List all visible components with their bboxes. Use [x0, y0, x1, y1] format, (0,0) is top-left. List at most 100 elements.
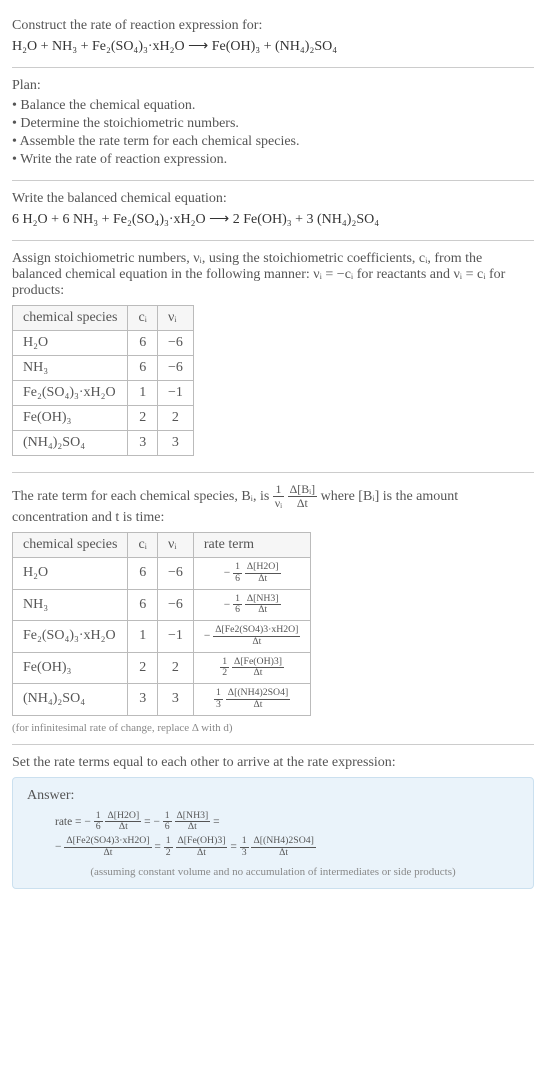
- coef-frac: 13: [214, 688, 223, 710]
- frac-num: Δ[Bᵢ]: [288, 483, 317, 497]
- rateterm-note: (for infinitesimal rate of change, repla…: [12, 722, 534, 734]
- section-final: Set the rate terms equal to each other t…: [12, 744, 534, 900]
- col-species: chemical species: [13, 533, 128, 558]
- section-plan: Plan: • Balance the chemical equation. •…: [12, 67, 534, 180]
- page: Construct the rate of reaction expressio…: [0, 0, 546, 907]
- delta-frac: Δ[Fe2(SO4)3·xH2O]Δt: [64, 836, 151, 858]
- table-row: (NH₄)₂SO₄33: [13, 431, 194, 456]
- cell-rate: − Δ[Fe2(SO4)3·xH2O]Δt: [193, 621, 311, 652]
- table-row: Fe₂(SO₄)₃·xH₂O 1 −1 − Δ[Fe2(SO4)3·xH2O]Δ…: [13, 621, 311, 652]
- delta-frac: Δ[NH3]Δt: [175, 811, 211, 833]
- col-v: νᵢ: [157, 533, 193, 558]
- cell-rate: 13 Δ[(NH4)2SO4]Δt: [193, 684, 311, 715]
- cell-rate: 12 Δ[Fe(OH)3]Δt: [193, 652, 311, 683]
- cell-v: 3: [157, 431, 193, 456]
- table-header-row: chemical species cᵢ νᵢ rate term: [13, 533, 311, 558]
- cell-c: 1: [128, 621, 158, 652]
- coef-frac: 12: [164, 836, 173, 858]
- table-row: (NH₄)₂SO₄ 3 3 13 Δ[(NH4)2SO4]Δt: [13, 684, 311, 715]
- cell-c: 6: [128, 589, 158, 620]
- table-row: Fe(OH)₃ 2 2 12 Δ[Fe(OH)3]Δt: [13, 652, 311, 683]
- table-row: Fe(OH)₃22: [13, 406, 194, 431]
- cell-c: 3: [128, 684, 158, 715]
- rate-prefix: rate =: [55, 816, 84, 828]
- cell-species: NH₃: [13, 589, 128, 620]
- stoich-intro: Assign stoichiometric numbers, νᵢ, using…: [12, 251, 534, 299]
- rateterm-intro: The rate term for each chemical species,…: [12, 483, 534, 526]
- col-v: νᵢ: [157, 306, 193, 331]
- cell-v: −6: [157, 331, 193, 356]
- col-c: cᵢ: [128, 306, 158, 331]
- cell-species: (NH₄)₂SO₄: [13, 684, 128, 715]
- section-construct: Construct the rate of reaction expressio…: [12, 8, 534, 67]
- table-row: Fe₂(SO₄)₃·xH₂O1−1: [13, 381, 194, 406]
- cell-v: −1: [157, 381, 193, 406]
- balanced-title: Write the balanced chemical equation:: [12, 191, 534, 207]
- section-balanced: Write the balanced chemical equation: 6 …: [12, 180, 534, 240]
- rateterm-table: chemical species cᵢ νᵢ rate term H₂O 6 −…: [12, 532, 311, 715]
- frac-den: νᵢ: [273, 497, 284, 510]
- table-row: H₂O6−6: [13, 331, 194, 356]
- eq: =: [154, 841, 163, 853]
- rate-expression: rate = − 16 Δ[H2O]Δt = − 16 Δ[NH3]Δt = −…: [27, 810, 519, 861]
- cell-c: 2: [128, 652, 158, 683]
- cell-v: −6: [157, 589, 193, 620]
- section-stoich: Assign stoichiometric numbers, νᵢ, using…: [12, 240, 534, 472]
- delta-frac: Δ[Fe2(SO4)3·xH2O]Δt: [213, 625, 300, 647]
- coef-frac: 16: [233, 562, 242, 584]
- coef-frac: 13: [240, 836, 249, 858]
- cell-c: 1: [128, 381, 158, 406]
- plan-item: • Write the rate of reaction expression.: [12, 152, 534, 168]
- cell-rate: − 16 Δ[H2O]Δt: [193, 558, 311, 589]
- delta-frac: Δ[(NH4)2SO4]Δt: [226, 688, 290, 710]
- cell-c: 2: [128, 406, 158, 431]
- cell-species: H₂O: [13, 331, 128, 356]
- plan-item: • Determine the stoichiometric numbers.: [12, 116, 534, 132]
- cell-species: (NH₄)₂SO₄: [13, 431, 128, 456]
- frac-num: 1: [273, 483, 284, 497]
- sign: −: [204, 630, 210, 642]
- intro-frac-2: Δ[Bᵢ] Δt: [288, 483, 317, 510]
- cell-v: 3: [157, 684, 193, 715]
- cell-rate: − 16 Δ[NH3]Δt: [193, 589, 311, 620]
- plan-item: • Assemble the rate term for each chemic…: [12, 134, 534, 150]
- stoich-table: chemical species cᵢ νᵢ H₂O6−6 NH₃6−6 Fe₂…: [12, 305, 194, 456]
- plan-item: • Balance the chemical equation.: [12, 98, 534, 114]
- cell-v: 2: [157, 652, 193, 683]
- table-row: H₂O 6 −6 − 16 Δ[H2O]Δt: [13, 558, 311, 589]
- delta-frac: Δ[H2O]Δt: [105, 811, 141, 833]
- cell-species: NH₃: [13, 356, 128, 381]
- coef-frac: 16: [163, 811, 172, 833]
- sign: −: [84, 816, 90, 828]
- table-row: NH₃6−6: [13, 356, 194, 381]
- delta-frac: Δ[NH3]Δt: [245, 594, 281, 616]
- final-title: Set the rate terms equal to each other t…: [12, 755, 534, 771]
- sign: −: [224, 567, 230, 579]
- cell-v: −6: [157, 558, 193, 589]
- plan-title: Plan:: [12, 78, 534, 94]
- col-species: chemical species: [13, 306, 128, 331]
- cell-c: 6: [128, 331, 158, 356]
- delta-frac: Δ[H2O]Δt: [245, 562, 281, 584]
- section-rateterm: The rate term for each chemical species,…: [12, 472, 534, 744]
- table-row: NH₃ 6 −6 − 16 Δ[NH3]Δt: [13, 589, 311, 620]
- eq: =: [230, 841, 239, 853]
- delta-frac: Δ[(NH4)2SO4]Δt: [251, 836, 315, 858]
- cell-v: −6: [157, 356, 193, 381]
- col-c: cᵢ: [128, 533, 158, 558]
- balanced-equation: 6 H₂O + 6 NH₃ + Fe₂(SO₄)₃·xH₂O ⟶ 2 Fe(OH…: [12, 211, 534, 228]
- cell-species: Fe₂(SO₄)₃·xH₂O: [13, 621, 128, 652]
- coef-frac: 16: [233, 594, 242, 616]
- cell-species: Fe(OH)₃: [13, 406, 128, 431]
- eq: =: [213, 816, 219, 828]
- coef-frac: 12: [220, 657, 229, 679]
- sign: −: [224, 599, 230, 611]
- cell-v: −1: [157, 621, 193, 652]
- answer-box: Answer: rate = − 16 Δ[H2O]Δt = − 16 Δ[NH…: [12, 777, 534, 890]
- cell-c: 6: [128, 558, 158, 589]
- intro-frac-1: 1 νᵢ: [273, 483, 284, 510]
- answer-label: Answer:: [27, 788, 519, 804]
- coef-frac: 16: [94, 811, 103, 833]
- construct-title: Construct the rate of reaction expressio…: [12, 18, 534, 34]
- cell-species: Fe(OH)₃: [13, 652, 128, 683]
